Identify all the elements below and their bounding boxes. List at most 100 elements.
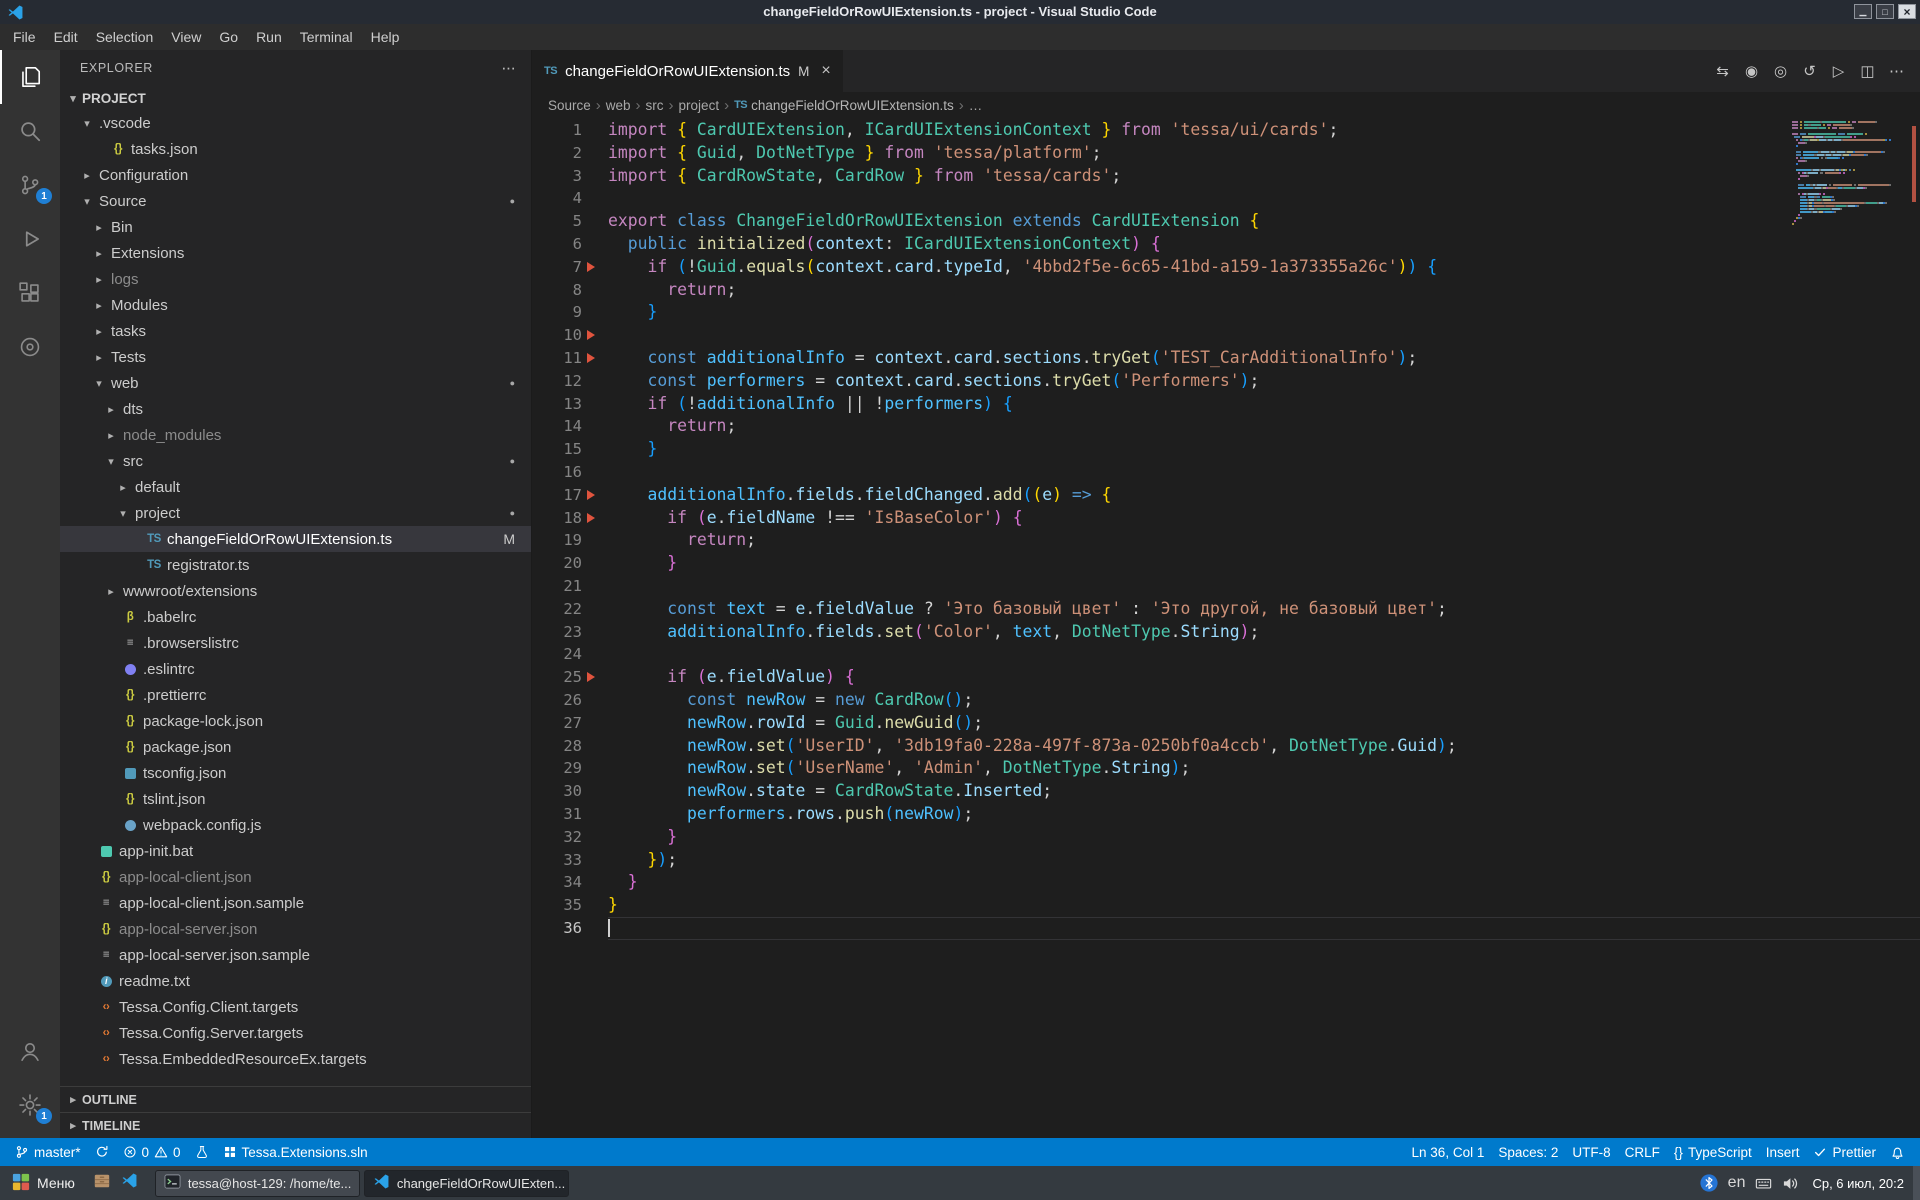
code-line[interactable]: 9 } <box>532 301 1920 324</box>
code-line[interactable]: 22 const text = e.fieldValue ? 'Это базо… <box>532 598 1920 621</box>
tree-file-Tessa.Config.Client.targets[interactable]: ‹›Tessa.Config.Client.targets <box>60 994 531 1020</box>
tab-close-icon[interactable]: × <box>821 62 830 80</box>
tree-folder-Source[interactable]: ▾Source● <box>60 188 531 214</box>
bluetooth-icon[interactable] <box>1700 1174 1718 1192</box>
run-icon[interactable]: ▷ <box>1825 62 1852 80</box>
breadcrumb-web[interactable]: web <box>606 98 631 113</box>
menu-file[interactable]: File <box>4 24 45 50</box>
history-icon[interactable]: ↺ <box>1796 62 1823 80</box>
tree-folder-.vscode[interactable]: ▾.vscode <box>60 110 531 136</box>
code-line[interactable]: 1import { CardUIExtension, ICardUIExtens… <box>532 119 1920 142</box>
code-line[interactable]: 10 <box>532 324 1920 347</box>
menu-go[interactable]: Go <box>210 24 247 50</box>
tree-file-app-local-server.json.sample[interactable]: ≡app-local-server.json.sample <box>60 942 531 968</box>
code-line[interactable]: 12 const performers = context.card.secti… <box>532 370 1920 393</box>
keyboard-icon[interactable] <box>1755 1175 1772 1192</box>
code-line[interactable]: 36 <box>532 917 1920 940</box>
code-line[interactable]: 35} <box>532 894 1920 917</box>
more-actions-icon[interactable]: ⋯ <box>1883 62 1910 80</box>
code-line[interactable]: 15 } <box>532 438 1920 461</box>
remote-icon[interactable] <box>0 320 60 374</box>
section-timeline[interactable]: ▸TIMELINE <box>60 1112 531 1138</box>
code-line[interactable]: 27 newRow.rowId = Guid.newGuid(); <box>532 712 1920 735</box>
code-line[interactable]: 2import { Guid, DotNetType } from 'tessa… <box>532 142 1920 165</box>
run-debug-icon[interactable] <box>0 212 60 266</box>
notifications[interactable] <box>1883 1138 1912 1166</box>
menu-selection[interactable]: Selection <box>87 24 163 50</box>
tree-folder-logs[interactable]: ▸logs <box>60 266 531 292</box>
minimize-button[interactable]: ▁ <box>1854 4 1872 19</box>
tree-folder-web[interactable]: ▾web● <box>60 370 531 396</box>
tree-folder-src[interactable]: ▾src● <box>60 448 531 474</box>
code-line[interactable]: 26 const newRow = new CardRow(); <box>532 689 1920 712</box>
taskbar-window-button[interactable]: tessa@host-129: /home/te... <box>155 1170 360 1197</box>
cursor-position[interactable]: Ln 36, Col 1 <box>1405 1138 1492 1166</box>
speaker-icon[interactable] <box>1782 1175 1799 1192</box>
split-editor-icon[interactable]: ◫ <box>1854 62 1881 80</box>
menu-run[interactable]: Run <box>247 24 291 50</box>
file-manager-launcher[interactable] <box>88 1169 116 1197</box>
menu-help[interactable]: Help <box>362 24 409 50</box>
code-line[interactable]: 29 newRow.set('UserName', 'Admin', DotNe… <box>532 757 1920 780</box>
code-line[interactable]: 4 <box>532 187 1920 210</box>
code-line[interactable]: 8 return; <box>532 279 1920 302</box>
code-line[interactable]: 6 public initialized(context: ICardUIExt… <box>532 233 1920 256</box>
tree-file-app-local-server.json[interactable]: {}app-local-server.json <box>60 916 531 942</box>
tree-folder-default[interactable]: ▸default <box>60 474 531 500</box>
tree-file-changeFieldOrRowUIExtension.ts[interactable]: TSchangeFieldOrRowUIExtension.tsM <box>60 526 531 552</box>
close-button[interactable]: × <box>1898 4 1916 19</box>
code-line[interactable]: 33 }); <box>532 849 1920 872</box>
tree-file-.babelrc[interactable]: β.babelrc <box>60 604 531 630</box>
code-line[interactable]: 17 additionalInfo.fields.fieldChanged.ad… <box>532 484 1920 507</box>
tree-file-package-lock.json[interactable]: {}package-lock.json <box>60 708 531 734</box>
tree-folder-dts[interactable]: ▸dts <box>60 396 531 422</box>
sync[interactable] <box>88 1138 116 1166</box>
tab-changeFieldOrRowUIExtension[interactable]: TS changeFieldOrRowUIExtension.ts M × <box>532 50 843 92</box>
tree-file-Tessa.EmbeddedResourceEx.targets[interactable]: ‹›Tessa.EmbeddedResourceEx.targets <box>60 1046 531 1072</box>
code-line[interactable]: 31 performers.rows.push(newRow); <box>532 803 1920 826</box>
tree-file-webpack.config.js[interactable]: webpack.config.js <box>60 812 531 838</box>
code-line[interactable]: 18 if (e.fieldName !== 'IsBaseColor') { <box>532 507 1920 530</box>
code-line[interactable]: 20 } <box>532 552 1920 575</box>
menu-terminal[interactable]: Terminal <box>291 24 362 50</box>
tree-folder-node_modules[interactable]: ▸node_modules <box>60 422 531 448</box>
clock[interactable]: Ср, 6 июл, 20:2 <box>1808 1176 1908 1191</box>
code-line[interactable]: 24 <box>532 643 1920 666</box>
code-line[interactable]: 19 return; <box>532 529 1920 552</box>
tree-file-readme.txt[interactable]: ireadme.txt <box>60 968 531 994</box>
code-line[interactable]: 28 newRow.set('UserID', '3db19fa0-228a-4… <box>532 735 1920 758</box>
breadcrumb-project[interactable]: project <box>679 98 720 113</box>
solution[interactable]: Tessa.Extensions.sln <box>216 1138 375 1166</box>
code-line[interactable]: 13 if (!additionalInfo || !performers) { <box>532 393 1920 416</box>
search-icon[interactable] <box>0 104 60 158</box>
circle-filled-icon[interactable]: ◉ <box>1738 62 1765 80</box>
applications-menu-button[interactable]: Меню <box>4 1169 83 1197</box>
tree-folder-Extensions[interactable]: ▸Extensions <box>60 240 531 266</box>
code-line[interactable]: 34 } <box>532 871 1920 894</box>
tree-folder-wwwroot/extensions[interactable]: ▸wwwroot/extensions <box>60 578 531 604</box>
tests[interactable] <box>188 1138 216 1166</box>
tree-file-tasks.json[interactable]: {}tasks.json <box>60 136 531 162</box>
code-line[interactable]: 21 <box>532 575 1920 598</box>
tree-folder-Modules[interactable]: ▸Modules <box>60 292 531 318</box>
tree-file-.eslintrc[interactable]: .eslintrc <box>60 656 531 682</box>
encoding[interactable]: UTF-8 <box>1565 1138 1617 1166</box>
tree-file-Tessa.Config.Server.targets[interactable]: ‹›Tessa.Config.Server.targets <box>60 1020 531 1046</box>
menu-edit[interactable]: Edit <box>45 24 87 50</box>
menu-view[interactable]: View <box>162 24 210 50</box>
formatter[interactable]: Prettier <box>1806 1138 1883 1166</box>
circle-outline-icon[interactable]: ◎ <box>1767 62 1794 80</box>
settings-icon[interactable]: 1 <box>0 1078 60 1132</box>
maximize-button[interactable]: □ <box>1876 4 1894 19</box>
code-line[interactable]: 3import { CardRowState, CardRow } from '… <box>532 165 1920 188</box>
code-editor[interactable]: 1import { CardUIExtension, ICardUIExtens… <box>532 118 1920 1138</box>
tree-file-app-local-client.json.sample[interactable]: ≡app-local-client.json.sample <box>60 890 531 916</box>
code-line[interactable]: 25 if (e.fieldValue) { <box>532 666 1920 689</box>
explorer-icon[interactable] <box>0 50 60 104</box>
breadcrumb-Source[interactable]: Source <box>548 98 591 113</box>
git-branch[interactable]: master* <box>8 1138 88 1166</box>
code-line[interactable]: 16 <box>532 461 1920 484</box>
accounts-icon[interactable] <box>0 1024 60 1078</box>
tree-folder-Configuration[interactable]: ▸Configuration <box>60 162 531 188</box>
tree-folder-tasks[interactable]: ▸tasks <box>60 318 531 344</box>
